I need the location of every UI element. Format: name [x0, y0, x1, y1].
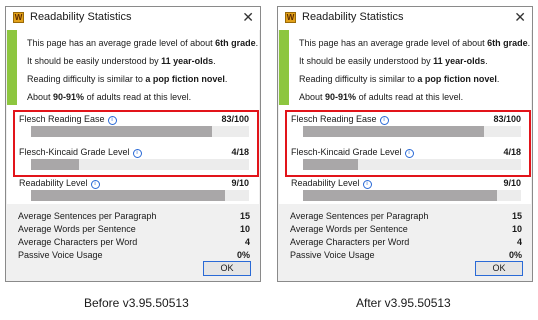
bar-fill — [303, 190, 498, 201]
ok-button[interactable]: OK — [203, 261, 251, 276]
w-app-icon: W — [13, 12, 24, 23]
summary-panel: This page has an average grade level of … — [7, 30, 259, 105]
readability-level-label: Readability Level i — [291, 178, 372, 189]
close-icon[interactable]: ✕ — [514, 9, 526, 26]
stat-value: 15 — [239, 211, 250, 221]
summary-line-difficulty: Reading difficulty is similar to a pop f… — [299, 74, 500, 84]
close-icon[interactable]: ✕ — [242, 9, 254, 26]
bar-fill — [31, 190, 226, 201]
stat-label: Average Words per Sentence — [290, 224, 408, 234]
summary-line-grade: This page has an average grade level of … — [27, 38, 259, 48]
info-icon[interactable]: i — [90, 180, 100, 189]
title-bar: W Readability Statistics ✕ — [278, 7, 532, 30]
summary-accent-bar — [7, 30, 17, 105]
stat-label: Average Sentences per Paragraph — [290, 211, 429, 221]
summary-line-age: It should be easily understood by 11 yea… — [299, 56, 488, 66]
stat-label: Average Sentences per Paragraph — [18, 211, 157, 221]
stat-value: 4 — [244, 237, 250, 247]
summary-accent-bar — [279, 30, 289, 105]
stat-label: Average Characters per Word — [18, 237, 138, 247]
stat-label: Passive Voice Usage — [18, 250, 103, 260]
summary-line-difficulty: Reading difficulty is similar to a pop f… — [27, 74, 228, 84]
caption-after: After v3.95.50513 — [356, 296, 451, 310]
summary-line-adults: About 90-91% of adults read at this leve… — [27, 92, 192, 102]
stat-value: 0% — [236, 250, 250, 260]
stat-value: 10 — [239, 224, 250, 234]
readability-level-bar — [303, 190, 521, 201]
readability-level-value: 9/10 — [231, 178, 249, 188]
w-app-icon: W — [285, 12, 296, 23]
stat-value: 4 — [516, 237, 522, 247]
info-icon[interactable]: i — [362, 180, 372, 189]
stat-value: 10 — [511, 224, 522, 234]
summary-line-adults: About 90-91% of adults read at this leve… — [299, 92, 464, 102]
summary-line-grade: This page has an average grade level of … — [299, 38, 531, 48]
readability-level-value: 9/10 — [503, 178, 521, 188]
stat-value: 0% — [508, 250, 522, 260]
stat-label: Passive Voice Usage — [290, 250, 375, 260]
summary-panel: This page has an average grade level of … — [279, 30, 531, 105]
stat-label: Average Characters per Word — [290, 237, 410, 247]
readability-level-label: Readability Level i — [19, 178, 100, 189]
stat-label: Average Words per Sentence — [18, 224, 136, 234]
stat-value: 15 — [511, 211, 522, 221]
highlight-box — [285, 110, 531, 177]
readability-level-bar — [31, 190, 249, 201]
readability-dialog-before: W Readability Statistics ✕ This page has… — [5, 6, 261, 282]
dialog-title: Readability Statistics — [302, 11, 404, 23]
caption-before: Before v3.95.50513 — [84, 296, 189, 310]
summary-line-age: It should be easily understood by 11 yea… — [27, 56, 216, 66]
ok-button[interactable]: OK — [475, 261, 523, 276]
dialog-title: Readability Statistics — [30, 11, 132, 23]
title-bar: W Readability Statistics ✕ — [6, 7, 260, 30]
highlight-box — [13, 110, 259, 177]
readability-dialog-after: W Readability Statistics ✕ This page has… — [277, 6, 533, 282]
